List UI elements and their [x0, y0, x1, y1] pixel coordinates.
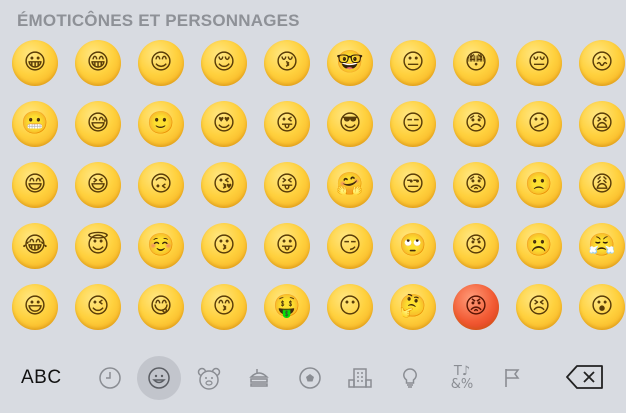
emoji-key[interactable]: 😁 — [75, 40, 121, 86]
emoji-key[interactable]: 😜 — [264, 101, 310, 147]
emoji-key[interactable]: 🤑 — [264, 284, 310, 330]
abc-keyboard-button[interactable]: ABC — [21, 367, 62, 389]
emoji-key[interactable]: 😆 — [75, 162, 121, 208]
flag-icon[interactable] — [490, 356, 534, 400]
emoji-key[interactable]: 😕 — [516, 101, 562, 147]
emoji-key[interactable]: ☹️ — [516, 223, 562, 269]
food-icon[interactable] — [237, 356, 281, 400]
emoji-key[interactable]: 😋 — [138, 284, 184, 330]
emoji-key[interactable]: 🤔 — [390, 284, 436, 330]
emoji-key[interactable]: 😤 — [579, 223, 625, 269]
delete-button[interactable] — [565, 364, 605, 390]
symbols-icon[interactable]: T♪ &% — [440, 356, 484, 400]
emoji-key[interactable]: 😂 — [12, 223, 58, 269]
emoji-key[interactable]: 😀 — [12, 40, 58, 86]
emoji-key[interactable]: 😔 — [516, 40, 562, 86]
emoji-key[interactable]: 😘 — [201, 162, 247, 208]
emoji-key[interactable]: 😞 — [453, 101, 499, 147]
emoji-grid: 😀 😁 😊 😌 😚 🤓 😐 😳 😔 😖 😬 😅 🙂 😍 😜 😎 😑 😞 😕 😫 😄 😆 🙃 😘 😝 🤗 😒 😟 🙁 😩 😂 😇 ☺️ 😗 😛 😏 🙄 😠 ☹… — [12, 40, 625, 330]
emoji-key[interactable]: 😌 — [201, 40, 247, 86]
emoji-key[interactable]: 😏 — [327, 223, 373, 269]
emoji-key[interactable]: 😠 — [453, 223, 499, 269]
bottom-bar: ABC T♪ &% — [0, 350, 626, 413]
building-icon[interactable] — [338, 356, 382, 400]
bear-icon[interactable] — [187, 356, 231, 400]
emoji-key[interactable]: 🤓 — [327, 40, 373, 86]
emoji-key[interactable]: 😒 — [390, 162, 436, 208]
emoji-key[interactable]: 😶 — [327, 284, 373, 330]
ball-icon[interactable] — [288, 356, 332, 400]
emoji-key[interactable]: 🙃 — [138, 162, 184, 208]
emoji-key[interactable]: 🙁 — [516, 162, 562, 208]
emoji-key[interactable]: 😬 — [12, 101, 58, 147]
emoji-key[interactable]: 🙂 — [138, 101, 184, 147]
smiley-icon[interactable] — [137, 356, 181, 400]
clock-icon[interactable] — [88, 356, 132, 400]
emoji-key[interactable]: 😫 — [579, 101, 625, 147]
emoji-key[interactable]: 😊 — [138, 40, 184, 86]
emoji-key[interactable]: 😇 — [75, 223, 121, 269]
emoji-key[interactable]: 😚 — [264, 40, 310, 86]
emoji-key[interactable]: 😉 — [75, 284, 121, 330]
emoji-key[interactable]: 🙄 — [390, 223, 436, 269]
emoji-key[interactable]: 😳 — [453, 40, 499, 86]
emoji-key[interactable]: 😐 — [390, 40, 436, 86]
emoji-key[interactable]: 😖 — [579, 40, 625, 86]
emoji-key[interactable]: 😑 — [390, 101, 436, 147]
emoji-key[interactable]: 😝 — [264, 162, 310, 208]
emoji-key[interactable]: 😟 — [453, 162, 499, 208]
emoji-key[interactable]: 😎 — [327, 101, 373, 147]
emoji-key[interactable]: 😅 — [75, 101, 121, 147]
lightbulb-icon[interactable] — [388, 356, 432, 400]
emoji-key[interactable]: 😡 — [453, 284, 499, 330]
emoji-key[interactable]: 😛 — [264, 223, 310, 269]
emoji-key[interactable]: 😙 — [201, 284, 247, 330]
emoji-key[interactable]: 😮 — [579, 284, 625, 330]
emoji-key[interactable]: 😍 — [201, 101, 247, 147]
symbols-bottom-glyph: &% — [450, 377, 474, 392]
emoji-key[interactable]: 🤗 — [327, 162, 373, 208]
emoji-key[interactable]: 😃 — [12, 284, 58, 330]
emoji-key[interactable]: 😗 — [201, 223, 247, 269]
emoji-key[interactable]: 😣 — [516, 284, 562, 330]
emoji-key[interactable]: ☺️ — [138, 223, 184, 269]
section-title: ÉMOTICÔNES ET PERSONNAGES — [17, 11, 300, 30]
emoji-key[interactable]: 😩 — [579, 162, 625, 208]
emoji-key[interactable]: 😄 — [12, 162, 58, 208]
